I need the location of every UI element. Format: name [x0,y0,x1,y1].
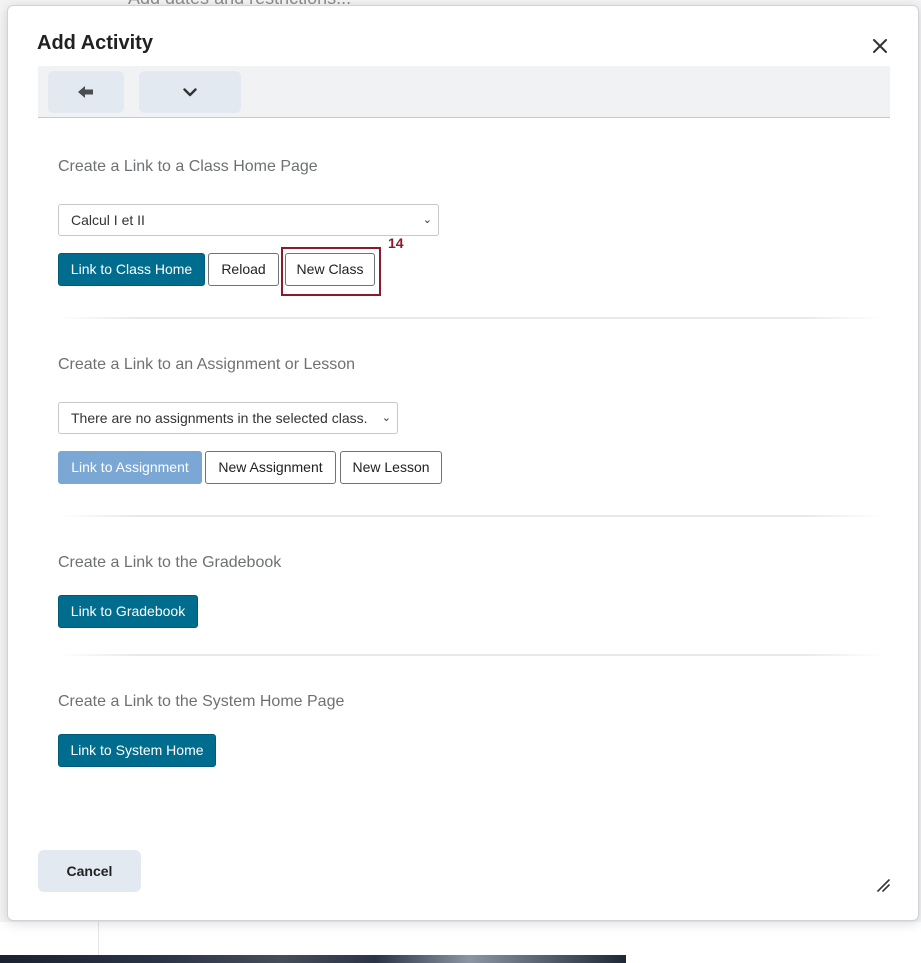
assignment-select-value: There are no assignments in the selected… [71,410,368,426]
section-divider [58,317,883,319]
annotation-label: 14 [388,235,404,251]
new-lesson-button[interactable]: New Lesson [340,451,442,484]
new-assignment-button[interactable]: New Assignment [205,451,336,484]
link-to-system-home-button[interactable]: Link to System Home [58,734,216,767]
select-chevron-icon: ⌄ [422,214,432,226]
assignment-section-title: Create a Link to an Assignment or Lesson [58,356,356,373]
system-home-section-title: Create a Link to the System Home Page [58,693,345,710]
link-to-class-home-button[interactable]: Link to Class Home [58,253,205,286]
resize-handle[interactable] [875,877,891,893]
close-icon [873,39,887,53]
more-options-button[interactable] [139,71,241,113]
resize-handle-icon [877,879,890,892]
section-divider [58,654,883,656]
section-divider [58,515,883,517]
annotation-highlight-box [281,247,381,296]
assignment-select[interactable]: There are no assignments in the selected… [58,402,398,434]
link-to-gradebook-button[interactable]: Link to Gradebook [58,595,198,628]
link-to-assignment-button[interactable]: Link to Assignment [58,451,202,484]
back-button[interactable] [48,71,124,113]
class-home-section-title: Create a Link to a Class Home Page [58,158,318,175]
class-select[interactable]: Calcul I et II ⌄ [58,204,439,236]
arrow-left-icon [78,86,93,98]
select-chevron-icon: ⌄ [381,412,391,424]
dialog-toolbar [38,66,890,118]
close-button[interactable] [870,36,890,56]
class-select-value: Calcul I et II [71,212,145,228]
dialog-title: Add Activity [37,32,153,54]
reload-button[interactable]: Reload [208,253,279,286]
gradebook-section-title: Create a Link to the Gradebook [58,554,282,571]
background-image [0,955,626,963]
cancel-button[interactable]: Cancel [38,850,141,892]
add-activity-dialog: Add Activity Create a Link to a Class Ho… [7,5,919,921]
chevron-down-icon [183,87,197,96]
background-divider [98,922,99,955]
